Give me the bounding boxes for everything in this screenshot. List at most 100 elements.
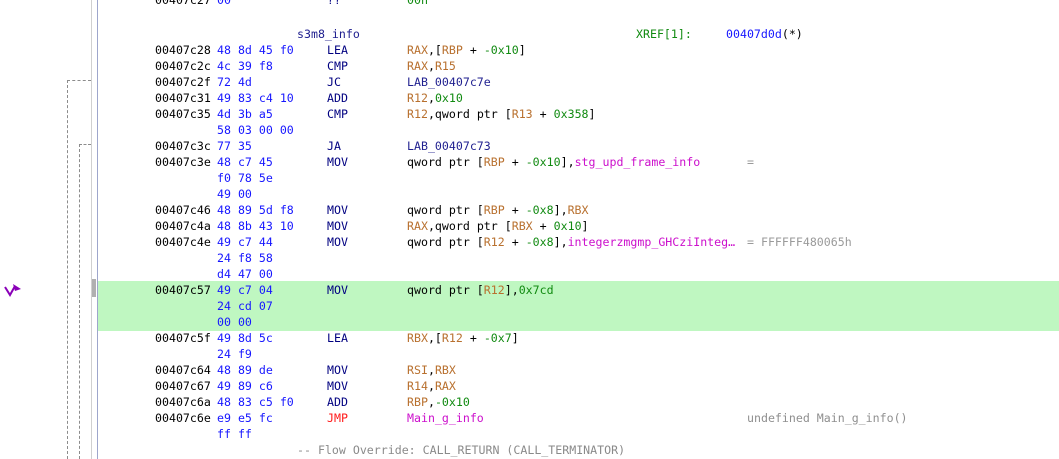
instruction-bytes[interactable]: 24 f8 58 [217, 250, 273, 266]
operand-text[interactable]: ,[ [428, 43, 442, 57]
listing-row-continuation[interactable]: ff ff [98, 426, 1059, 442]
instruction-bytes[interactable]: 49 00 [217, 186, 252, 202]
equate-value[interactable]: = [747, 154, 754, 170]
operand[interactable]: qword ptr [R12],0x7cd [407, 282, 554, 298]
instruction-bytes[interactable]: f0 78 5e [217, 170, 273, 186]
instruction-bytes[interactable]: 49 83 c4 10 [217, 90, 294, 106]
listing-row-continuation[interactable]: f0 78 5e [98, 170, 1059, 186]
instruction-bytes[interactable]: e9 e5 fc [217, 410, 273, 426]
instruction-bytes[interactable]: 48 c7 45 [217, 154, 273, 170]
address[interactable]: 00407c31 [155, 90, 211, 106]
mnemonic[interactable]: LEA [327, 42, 348, 58]
operand[interactable]: LAB_00407c73 [407, 138, 491, 154]
checkmark-arrow-icon[interactable] [4, 283, 22, 299]
register[interactable]: R12 [442, 331, 463, 345]
mnemonic[interactable]: ?? [327, 0, 341, 8]
address[interactable]: 00407c4e [155, 234, 211, 250]
mnemonic[interactable]: MOV [327, 202, 348, 218]
instruction-bytes[interactable]: 49 89 c6 [217, 378, 273, 394]
mnemonic[interactable]: ADD [327, 394, 348, 410]
label-ref[interactable]: LAB_00407c73 [407, 139, 491, 153]
mnemonic[interactable]: MOV [327, 362, 348, 378]
listing-row[interactable]: 00407c27 00?? 00h [98, 0, 1059, 8]
xref-address[interactable]: 00407d0d(*) [726, 26, 803, 42]
operand[interactable]: qword ptr [RBP + -0x10],stg_upd_frame_in… [407, 154, 700, 170]
operand[interactable]: R12,0x10 [407, 90, 463, 106]
instruction-bytes[interactable]: 48 89 5d f8 [217, 202, 294, 218]
operand[interactable]: RBX,[R12 + -0x7] [407, 330, 519, 346]
register[interactable]: RBP [484, 155, 505, 169]
operand-text[interactable]: ], [561, 155, 575, 169]
instruction-bytes[interactable]: ff ff [217, 426, 252, 442]
listing-row[interactable]: 00407c31 49 83 c4 10 ADD R12,0x10 [98, 90, 1059, 106]
address[interactable]: 00407c27 [155, 0, 211, 8]
listing-row-continuation[interactable]: 49 00 [98, 186, 1059, 202]
address[interactable]: 00407c3e [155, 154, 211, 170]
mnemonic[interactable]: MOV [327, 282, 348, 298]
instruction-bytes[interactable]: 24 cd 07 [217, 298, 273, 314]
scalar[interactable]: 0x358 [554, 107, 589, 121]
listing-row[interactable]: 00407c2c 4c 39 f8 CMP RAX,R15 [98, 58, 1059, 74]
listing-row[interactable]: 00407c5f 49 8d 5c LEA RBX,[R12 + -0x7] [98, 330, 1059, 346]
symbol-ref[interactable]: stg_upd_frame_info [575, 155, 701, 169]
register[interactable]: RSI [407, 363, 428, 377]
instruction-bytes[interactable]: 49 c7 04 [217, 282, 273, 298]
operand-text[interactable]: + [505, 235, 526, 249]
instruction-bytes[interactable]: 48 83 c5 f0 [217, 394, 294, 410]
operand[interactable]: RSI,RBX [407, 362, 456, 378]
scalar[interactable]: -0x10 [526, 155, 561, 169]
scalar[interactable]: 0x7cd [519, 283, 554, 297]
operand-text[interactable]: , [428, 91, 435, 105]
operand-text[interactable]: ,[ [428, 331, 442, 345]
operand-text[interactable]: + [533, 107, 554, 121]
register[interactable]: RBX [407, 331, 428, 345]
equate-value[interactable]: = FFFFFF480065h [747, 234, 852, 250]
scalar[interactable]: -0x7 [484, 331, 512, 345]
operand-text[interactable]: ] [582, 219, 589, 233]
operand[interactable]: RAX,R15 [407, 58, 456, 74]
operand-text[interactable]: ], [554, 235, 568, 249]
operand-text[interactable]: ,qword ptr [ [428, 219, 512, 233]
register[interactable]: RAX [407, 219, 428, 233]
listing-row-continuation[interactable]: 00 00 [98, 314, 1059, 330]
operand-text[interactable]: ], [554, 203, 568, 217]
listing-row[interactable]: 00407c6a 48 83 c5 f0 ADD RBP,-0x10 [98, 394, 1059, 410]
listing-row[interactable]: 00407c4a 48 8b 43 10 MOV RAX,qword ptr [RBX… [98, 218, 1059, 234]
operand-text[interactable]: qword ptr [ [407, 235, 484, 249]
listing-row[interactable]: 00407c35 4d 3b a5 CMP R12,qword ptr [R13 + … [98, 106, 1059, 122]
instruction-bytes[interactable]: 00 00 [217, 314, 252, 330]
operand-text[interactable]: ] [519, 43, 526, 57]
listing-row-continuation[interactable]: 24 f8 58 [98, 250, 1059, 266]
register[interactable]: RBX [568, 203, 589, 217]
operand-text[interactable]: qword ptr [ [407, 283, 484, 297]
address[interactable]: 00407c6e [155, 410, 211, 426]
instruction-bytes[interactable]: 48 89 de [217, 362, 273, 378]
operand-text[interactable]: , [428, 363, 435, 377]
operand-text[interactable]: + [463, 331, 484, 345]
listing-row[interactable]: 00407c2f 72 4d JC LAB_00407c7e [98, 74, 1059, 90]
address[interactable]: 00407c4a [155, 218, 211, 234]
register[interactable]: R12 [407, 91, 428, 105]
operand[interactable]: RAX,[RBP + -0x10] [407, 42, 526, 58]
scalar[interactable]: -0x10 [484, 43, 519, 57]
register[interactable]: RBP [407, 395, 428, 409]
listing-row[interactable]: 00407c28 48 8d 45 f0 LEA RAX,[RBP + -0x10] [98, 42, 1059, 58]
listing-row[interactable]: 00407c67 49 89 c6 MOV R14,RAX [98, 378, 1059, 394]
operand-text[interactable]: ] [512, 331, 519, 345]
operand-text[interactable]: , [428, 379, 435, 393]
address[interactable]: 00407c28 [155, 42, 211, 58]
instruction-bytes[interactable]: 4d 3b a5 [217, 106, 273, 122]
register[interactable]: RAX [407, 59, 428, 73]
operand-text[interactable]: qword ptr [ [407, 203, 484, 217]
address[interactable]: 00407c3c [155, 138, 211, 154]
label-row[interactable]: s3m8_info XREF[1]: 00407d0d(*) [98, 26, 1059, 42]
mnemonic[interactable]: MOV [327, 378, 348, 394]
instruction-bytes[interactable]: 49 c7 44 [217, 234, 273, 250]
address[interactable]: 00407c46 [155, 202, 211, 218]
address[interactable]: 00407c57 [155, 282, 211, 298]
disassembly-listing[interactable]: 00407c27 00?? 00h s3m8_info XREF[1]: 00407d0d… [98, 0, 1059, 459]
register[interactable]: RBX [512, 219, 533, 233]
operand-text[interactable]: + [533, 219, 554, 233]
operand[interactable]: 00h [407, 0, 428, 8]
flow-override-row[interactable]: -- Flow Override: CALL_RETURN (CALL_TERM… [98, 442, 1059, 458]
